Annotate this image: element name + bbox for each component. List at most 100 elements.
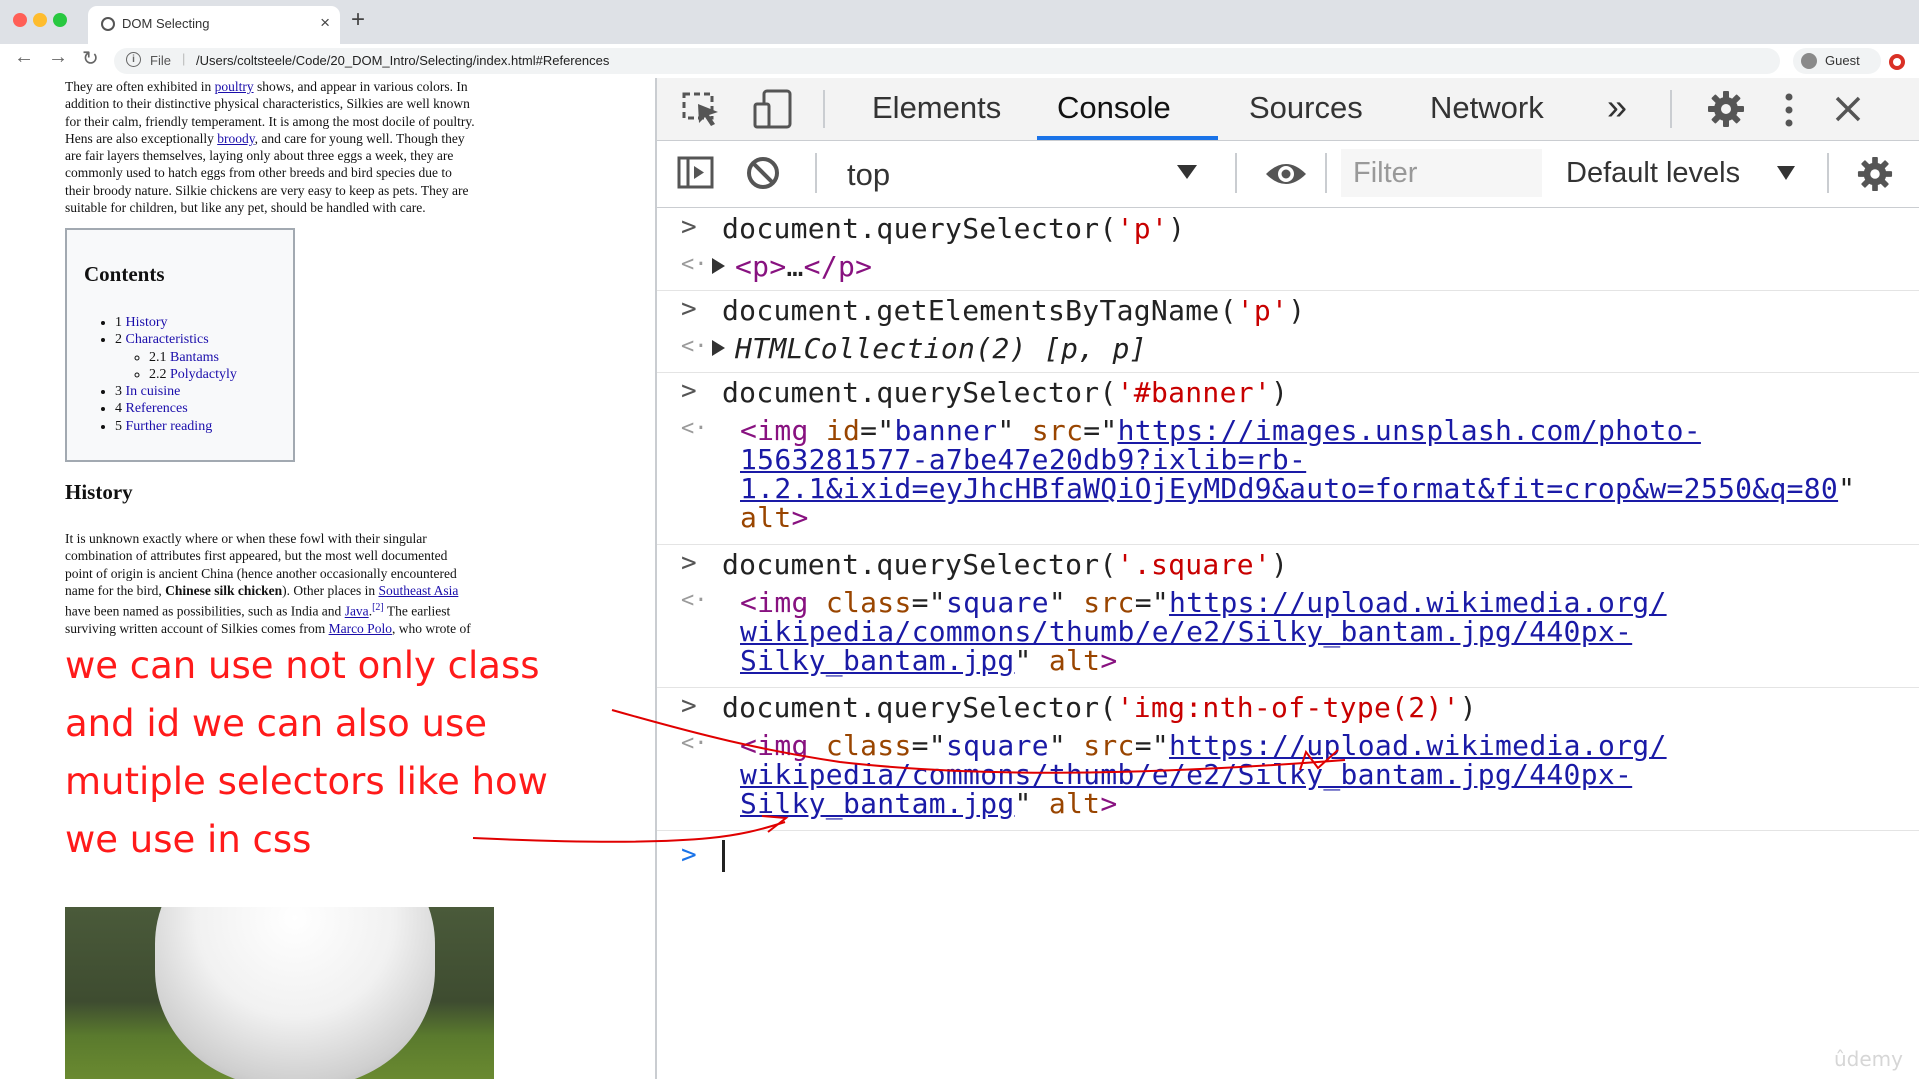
code-token: <p> (735, 250, 787, 283)
expand-triangle-icon[interactable] (712, 340, 725, 356)
toc-link[interactable]: References (126, 401, 188, 416)
resource-link[interactable]: Silky_bantam.jpg (740, 644, 1015, 677)
browser-tab[interactable]: DOM Selecting × (88, 6, 340, 44)
code-token: '#banner' (1116, 376, 1272, 409)
console-result-row[interactable]: <· HTMLCollection(2) [p, p] (657, 330, 1919, 373)
code-token: alt (1048, 644, 1101, 677)
text-line: They are often exhibited in poultry show… (65, 79, 468, 94)
resource-link[interactable]: 1.2.1&ixid=eyJhcHBfaWQiOjEyMDd9&auto=for… (740, 472, 1838, 505)
context-selector[interactable]: top (847, 157, 890, 193)
maximize-window-button[interactable] (53, 13, 67, 27)
toc-item[interactable]: 2 Characteristics 2.1 Bantams2.2 Polydact… (115, 331, 237, 383)
console-input-row[interactable]: > document.querySelector('img:nth-of-type… (657, 687, 1919, 727)
citation-link[interactable]: [2] (372, 602, 384, 613)
extension-record-icon[interactable] (1889, 54, 1905, 70)
toc-number: 2.2 (149, 366, 170, 382)
kebab-menu-icon[interactable] (1782, 92, 1796, 128)
tab-sources[interactable]: Sources (1249, 90, 1363, 126)
console-prompt-input[interactable]: > (657, 836, 1919, 880)
history-heading: History (65, 480, 133, 504)
url-scheme-label: File (150, 53, 171, 68)
text-line: name for the bird, Chinese silk chicken)… (65, 582, 459, 598)
toc-link[interactable]: Further reading (126, 419, 213, 434)
profile-button[interactable]: Guest (1793, 48, 1881, 74)
console-result-row[interactable]: <· <img class="square" src="https://uploa… (657, 584, 1919, 688)
devtools-panel: Elements Console Sources Network » top F… (655, 78, 1919, 1079)
inline-link[interactable]: poultry (215, 79, 254, 94)
tab-console[interactable]: Console (1057, 90, 1171, 126)
return-arrow-icon: <· (681, 588, 708, 613)
device-toolbar-icon[interactable] (752, 88, 794, 130)
toc-subitem[interactable]: 2.1 Bantams (149, 349, 237, 366)
inspect-element-icon[interactable] (682, 92, 722, 128)
handwritten-annotation: we can use not only class and id we can … (65, 637, 665, 869)
prompt-chevron-icon: > (681, 548, 697, 578)
info-icon[interactable]: i (126, 52, 141, 67)
code-token: document.getElementsByTagName( (722, 294, 1237, 327)
inline-link[interactable]: Southeast Asia (378, 583, 458, 598)
toc-item[interactable]: 5 Further reading (115, 418, 237, 435)
web-page: They are often exhibited in poultry show… (0, 78, 655, 1079)
tab-network[interactable]: Network (1430, 90, 1544, 126)
close-tab-icon[interactable]: × (320, 13, 330, 33)
console-settings-gear-icon[interactable] (1857, 156, 1893, 192)
toc-subitem[interactable]: 2.2 Polydactyly (149, 366, 237, 383)
toc-link[interactable]: In cuisine (126, 384, 181, 399)
console-input-row[interactable]: > document.querySelector('#banner') (657, 372, 1919, 412)
toc-link[interactable]: Characteristics (126, 332, 209, 347)
toc-list: 1 History2 Characteristics 2.1 Bantams2.2… (97, 314, 237, 435)
result-line: Silky_bantam.jpg" alt> (740, 787, 1118, 820)
code-token: ) (1459, 691, 1477, 724)
toc-link[interactable]: Polydactyly (170, 367, 237, 382)
code-token: … (786, 250, 804, 283)
result-line: alt> (740, 501, 809, 534)
address-bar[interactable]: i File | /Users/coltsteele/Code/20_DOM_I… (114, 48, 1780, 74)
console-result-row[interactable]: <· <img class="square" src="https://uploa… (657, 727, 1919, 831)
sidebar-toggle-icon[interactable] (677, 155, 715, 191)
inline-link[interactable]: Marco Polo (329, 621, 392, 636)
close-devtools-icon[interactable] (1834, 95, 1862, 123)
console-input-row[interactable]: > document.getElementsByTagName('p') (657, 290, 1919, 330)
expand-triangle-icon[interactable] (712, 258, 725, 274)
toolbar-divider (815, 153, 817, 193)
reload-icon[interactable]: ↻ (82, 46, 99, 71)
minimize-window-button[interactable] (33, 13, 47, 27)
context-dropdown-caret-icon[interactable] (1177, 165, 1197, 179)
console-result-row[interactable]: <· <p>…</p> (657, 248, 1919, 291)
log-levels-dropdown[interactable]: Default levels (1566, 157, 1740, 190)
url-text[interactable]: /Users/coltsteele/Code/20_DOM_Intro/Sele… (196, 53, 609, 68)
toc-item[interactable]: 3 In cuisine (115, 383, 237, 400)
profile-label: Guest (1825, 53, 1860, 68)
tab-title: DOM Selecting (122, 16, 210, 31)
user-avatar-icon (1801, 53, 1817, 69)
toc-link[interactable]: History (126, 315, 168, 330)
toc-item[interactable]: 1 History (115, 314, 237, 331)
back-arrow-icon[interactable]: ← (14, 46, 34, 69)
console-result-row[interactable]: <· <img id="banner" src="https://images.u… (657, 412, 1919, 545)
console-toolbar: top Filter Default levels (657, 141, 1919, 208)
close-window-button[interactable] (13, 13, 27, 27)
forward-arrow-icon[interactable]: → (48, 46, 68, 69)
code-token: document.querySelector( (722, 548, 1117, 581)
console-command: document.querySelector('.square') (722, 548, 1288, 581)
tab-elements[interactable]: Elements (872, 90, 1001, 126)
filter-input[interactable]: Filter (1341, 149, 1542, 197)
settings-gear-icon[interactable] (1707, 90, 1745, 128)
new-tab-button[interactable]: + (351, 6, 365, 34)
console-input-row[interactable]: > document.querySelector('p') (657, 208, 1919, 248)
toc-link[interactable]: Bantams (170, 350, 219, 365)
console-command: document.querySelector('p') (722, 212, 1185, 245)
live-expression-eye-icon[interactable] (1264, 160, 1308, 188)
text-cursor (722, 840, 725, 872)
resource-link[interactable]: Silky_bantam.jpg (740, 787, 1015, 820)
clear-console-icon[interactable] (745, 155, 781, 191)
inline-link[interactable]: Java (345, 604, 369, 619)
text-line: It is unknown exactly where or when thes… (65, 531, 427, 546)
silkie-chicken-photo (65, 907, 494, 1079)
text-line: for their calm, friendly temperament. It… (65, 113, 475, 129)
more-tabs-chevron-icon[interactable]: » (1607, 86, 1627, 128)
console-input-row[interactable]: > document.querySelector('.square') (657, 544, 1919, 584)
levels-dropdown-caret-icon[interactable] (1777, 166, 1795, 180)
toc-item[interactable]: 4 References (115, 400, 237, 417)
inline-link[interactable]: broody (217, 131, 254, 146)
